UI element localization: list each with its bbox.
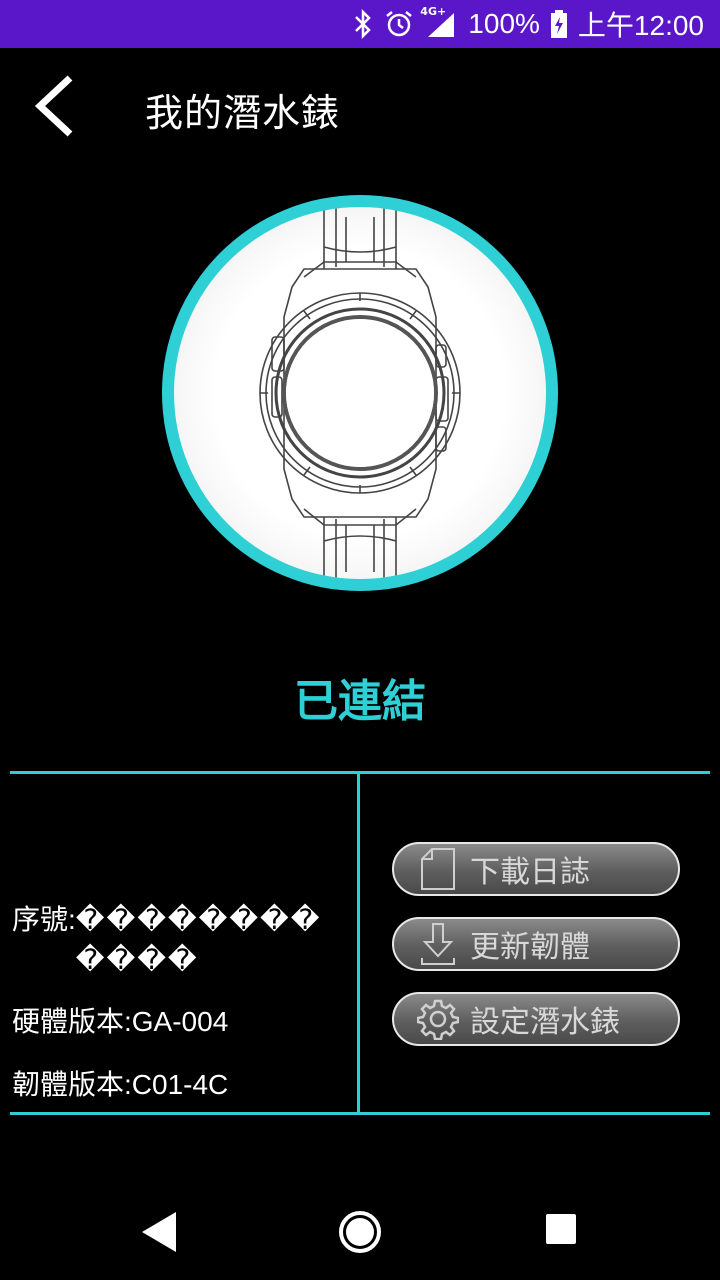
firmware-version: 韌體版本:C01-4C <box>12 1069 229 1100</box>
divider-vertical <box>357 772 360 1114</box>
nav-back-button[interactable] <box>136 1208 184 1256</box>
watch-settings-label: 設定潛水錶 <box>470 1005 620 1040</box>
network-type: 4G+ <box>420 5 447 18</box>
download-log-label: 下載日誌 <box>470 855 590 890</box>
page-title: 我的潛水錶 <box>145 91 341 135</box>
square-recents-icon <box>546 1214 576 1244</box>
update-firmware-label: 更新韌體 <box>470 930 590 965</box>
status-bar: 4G+ 100% 上午12:00 <box>0 0 720 48</box>
nav-home-button[interactable] <box>336 1208 384 1256</box>
divider-top <box>10 771 710 774</box>
signal-icon: 4G+ <box>420 5 458 39</box>
serial-number: 序號:������������ <box>12 900 352 980</box>
clock: 上午12:00 <box>577 10 704 41</box>
download-log-button[interactable]: 下載日誌 <box>392 842 680 896</box>
battery-percent: 100% <box>468 8 540 39</box>
watch-settings-button[interactable]: 設定潛水錶 <box>392 992 680 1046</box>
hardware-version: 硬體版本:GA-004 <box>12 1006 229 1037</box>
document-icon <box>416 847 460 891</box>
serial-label: 序號: <box>12 904 76 935</box>
serial-value: ������������ <box>75 904 322 975</box>
divider-bottom <box>10 1112 710 1115</box>
chevron-left-icon <box>34 75 73 137</box>
back-button[interactable] <box>24 70 94 140</box>
circle-home-icon <box>339 1211 381 1253</box>
watch-image <box>162 195 558 591</box>
header: 我的潛水錶 <box>0 48 720 164</box>
battery-charging-icon <box>550 9 568 39</box>
gear-icon <box>416 997 460 1041</box>
bluetooth-icon <box>352 9 374 39</box>
navigation-bar <box>0 1180 720 1280</box>
alarm-icon <box>384 9 414 39</box>
update-firmware-button[interactable]: 更新韌體 <box>392 917 680 971</box>
nav-recents-button[interactable] <box>544 1208 592 1256</box>
dive-watch-illustration <box>259 207 461 579</box>
triangle-back-icon <box>142 1212 176 1252</box>
download-icon <box>416 922 460 966</box>
connection-status: 已連結 <box>294 676 426 727</box>
